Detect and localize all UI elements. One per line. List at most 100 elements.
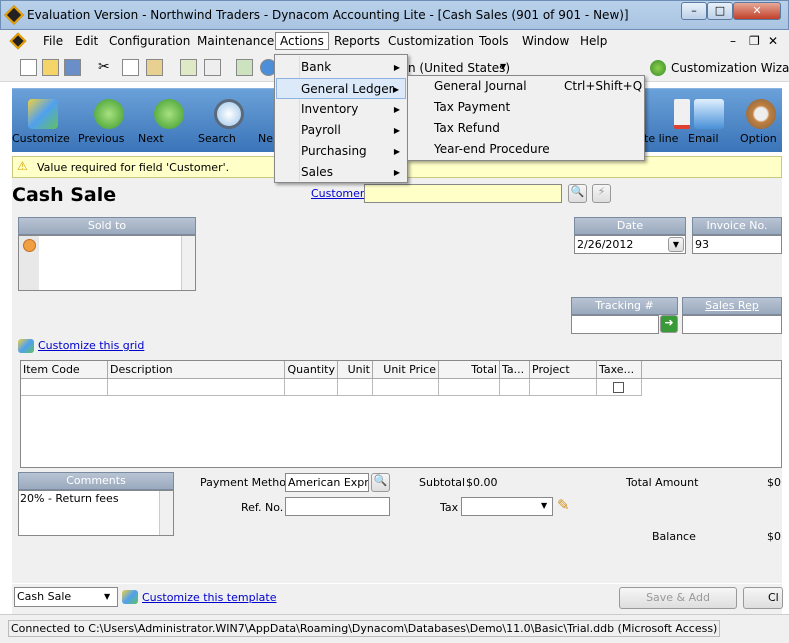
menu-help[interactable]: Help bbox=[580, 34, 607, 48]
menu-item-general-journal[interactable]: General Journal Ctrl+Shift+Q bbox=[434, 76, 644, 97]
delete-line-button[interactable]: te line bbox=[644, 89, 690, 153]
customer-quick-button[interactable]: ⚡ bbox=[592, 184, 611, 203]
column-header[interactable]: Quantity bbox=[285, 361, 338, 379]
doc-close-button[interactable]: ✕ bbox=[768, 34, 778, 48]
open-icon[interactable] bbox=[42, 59, 59, 76]
payment-search-button[interactable]: 🔍 bbox=[371, 473, 390, 492]
tax-label: Tax bbox=[440, 501, 459, 514]
menu-item-tax-payment[interactable]: Tax Payment bbox=[434, 97, 644, 118]
minimize-button[interactable]: – bbox=[681, 2, 707, 20]
menu-item-payroll[interactable]: Payroll ▶ bbox=[276, 120, 406, 141]
taxed-checkbox[interactable] bbox=[613, 382, 624, 393]
template-select[interactable]: Cash Sale bbox=[14, 587, 118, 607]
table-cell[interactable] bbox=[373, 379, 439, 396]
new-icon[interactable] bbox=[20, 59, 37, 76]
cut-icon[interactable]: ✂ bbox=[98, 59, 115, 76]
table-cell[interactable] bbox=[439, 379, 500, 396]
menu-item-sales[interactable]: Sales ▶ bbox=[276, 162, 406, 183]
table-cell[interactable] bbox=[21, 379, 108, 396]
menu-item-bank[interactable]: Bank ▶ bbox=[276, 57, 406, 78]
maximize-button[interactable]: □ bbox=[707, 2, 733, 20]
menu-window[interactable]: Window bbox=[522, 34, 569, 48]
menu-item-tax-refund[interactable]: Tax Refund bbox=[434, 118, 644, 139]
menu-reports[interactable]: Reports bbox=[334, 34, 380, 48]
customize-grid-link[interactable]: Customize this grid bbox=[38, 339, 144, 352]
tax-dropdown-icon[interactable]: ▼ bbox=[541, 501, 547, 510]
list-icon[interactable] bbox=[180, 59, 197, 76]
menu-edit[interactable]: Edit bbox=[75, 34, 98, 48]
doc-icon[interactable] bbox=[9, 32, 27, 50]
close-button[interactable]: ✕ bbox=[733, 2, 781, 20]
menu-item-inventory[interactable]: Inventory ▶ bbox=[276, 99, 406, 120]
pencil-icon[interactable]: ✎ bbox=[557, 496, 577, 516]
column-header[interactable]: Taxe... bbox=[597, 361, 642, 379]
payment-method-input[interactable]: American Expres bbox=[285, 473, 369, 492]
tracking-input[interactable] bbox=[571, 315, 659, 334]
date-dropdown-button[interactable]: ▼ bbox=[668, 237, 684, 252]
locale-combo[interactable]: n (United States) bbox=[408, 61, 510, 75]
invoice-header: Invoice No. bbox=[692, 217, 782, 235]
ref-no-input[interactable] bbox=[285, 497, 390, 516]
table-cell[interactable] bbox=[530, 379, 597, 396]
line-items-grid[interactable]: Item Code Description Quantity Unit Unit… bbox=[20, 360, 782, 468]
sales-rep-input[interactable] bbox=[682, 315, 782, 334]
save-icon[interactable] bbox=[64, 59, 81, 76]
next-button[interactable]: Next bbox=[138, 89, 200, 153]
sold-to-scrollbar[interactable] bbox=[181, 236, 195, 290]
column-header[interactable]: Unit Price bbox=[373, 361, 439, 379]
close-form-button[interactable]: Cl bbox=[743, 587, 783, 609]
email-button[interactable]: Email bbox=[688, 89, 730, 153]
column-header[interactable]: Unit bbox=[338, 361, 373, 379]
column-header[interactable]: Description bbox=[108, 361, 285, 379]
menu-file[interactable]: File bbox=[43, 34, 63, 48]
address-icon[interactable] bbox=[23, 239, 36, 252]
calendar-icon[interactable] bbox=[204, 59, 221, 76]
tax-select[interactable] bbox=[461, 497, 553, 516]
table-cell[interactable] bbox=[338, 379, 373, 396]
save-add-button[interactable]: Save & Add bbox=[619, 587, 737, 609]
table-cell[interactable] bbox=[108, 379, 285, 396]
menu-actions[interactable]: Actions bbox=[275, 32, 329, 50]
customer-input[interactable] bbox=[364, 184, 562, 203]
comments-box[interactable]: 20% - Return fees bbox=[18, 490, 174, 536]
menu-tools[interactable]: Tools bbox=[479, 34, 509, 48]
column-header[interactable]: Item Code bbox=[21, 361, 108, 379]
previous-button[interactable]: Previous bbox=[78, 89, 140, 153]
tracking-go-button[interactable]: ➜ bbox=[660, 315, 678, 333]
locale-dropdown-icon[interactable]: ▼ bbox=[500, 62, 506, 71]
customize-button[interactable]: Customize bbox=[12, 89, 74, 153]
customer-search-button[interactable]: 🔍 bbox=[568, 184, 587, 203]
table-cell[interactable] bbox=[500, 379, 530, 396]
column-header[interactable]: Project bbox=[530, 361, 597, 379]
sold-to-box[interactable] bbox=[18, 235, 196, 291]
comments-scrollbar[interactable] bbox=[159, 491, 173, 535]
table-cell[interactable] bbox=[285, 379, 338, 396]
customize-template-link[interactable]: Customize this template bbox=[142, 591, 276, 604]
subtotal-value: $0.00 bbox=[466, 476, 498, 489]
column-header[interactable]: Ta... bbox=[500, 361, 530, 379]
submenu-arrow-icon: ▶ bbox=[393, 105, 400, 114]
search-button[interactable]: Search bbox=[198, 89, 260, 153]
menu-maintenance[interactable]: Maintenance bbox=[197, 34, 274, 48]
menu-customization[interactable]: Customization bbox=[388, 34, 474, 48]
doc-restore-button[interactable]: ❐ bbox=[749, 34, 760, 48]
page-title: Cash Sale bbox=[12, 184, 117, 206]
menu-bar: File Edit Configuration Maintenance Acti… bbox=[0, 30, 789, 54]
sales-rep-header[interactable]: Sales Rep bbox=[682, 297, 782, 315]
invoice-input[interactable]: 93 bbox=[692, 235, 782, 254]
menu-item-year-end-procedure[interactable]: Year-end Procedure bbox=[434, 139, 644, 160]
template-dropdown-icon[interactable]: ▼ bbox=[104, 592, 110, 601]
menu-configuration[interactable]: Configuration bbox=[109, 34, 190, 48]
app-icon[interactable] bbox=[4, 5, 24, 25]
customer-link[interactable]: Customer bbox=[311, 187, 364, 200]
doc-minimize-button[interactable]: – bbox=[730, 34, 736, 48]
tag-icon[interactable] bbox=[236, 59, 253, 76]
menu-item-purchasing[interactable]: Purchasing ▶ bbox=[276, 141, 406, 162]
copy-icon[interactable] bbox=[122, 59, 139, 76]
customization-wizard-link[interactable]: Customization Wizard bbox=[671, 61, 789, 75]
paste-icon[interactable] bbox=[146, 59, 163, 76]
menu-item-general-ledger[interactable]: General Ledger ▶ bbox=[276, 78, 406, 99]
column-header[interactable]: Total bbox=[439, 361, 500, 379]
options-button[interactable]: Option bbox=[740, 89, 782, 153]
table-cell[interactable] bbox=[597, 379, 642, 396]
